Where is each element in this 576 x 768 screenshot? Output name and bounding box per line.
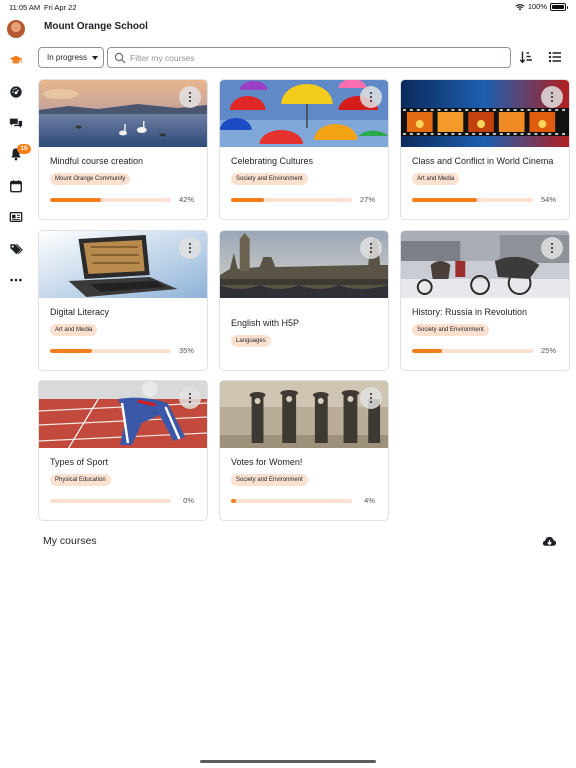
progress-percent: 35% (178, 346, 194, 355)
course-title[interactable]: Votes for Women! (231, 457, 382, 467)
cloud-download-icon[interactable] (542, 534, 557, 549)
graduation-cap-icon[interactable] (8, 52, 24, 68)
progress-fill (50, 349, 93, 353)
course-card[interactable]: Votes for Women! Society and Environment… (219, 380, 389, 521)
course-title[interactable]: History: Russia in Revolution (412, 307, 563, 317)
course-category-tag: Art and Media (50, 324, 98, 336)
course-title[interactable]: Types of Sport (50, 457, 201, 467)
site-title: Mount Orange School (44, 21, 148, 32)
course-card[interactable]: Digital Literacy Art and Media 35% (38, 230, 208, 371)
course-title[interactable]: English with H5P (231, 318, 382, 328)
course-title[interactable]: Class and Conflict in World Cinema (412, 156, 563, 166)
calendar-icon[interactable] (8, 178, 24, 194)
course-card[interactable]: Mindful course creation Mount Orange Com… (38, 79, 208, 220)
course-title[interactable]: Digital Literacy (50, 307, 201, 317)
course-menu-button[interactable] (360, 86, 382, 108)
progress-fill (231, 499, 236, 503)
progress-bar (50, 349, 171, 353)
progress-percent: 0% (183, 496, 194, 505)
notification-badge: 10 (17, 144, 31, 154)
progress-bar (231, 198, 352, 202)
course-menu-button[interactable] (179, 86, 201, 108)
progress-bar (50, 198, 171, 202)
course-card[interactable]: Class and Conflict in World Cinema Art a… (400, 79, 570, 220)
course-menu-button[interactable] (179, 387, 201, 409)
progress-fill (412, 349, 443, 353)
progress-percent: 54% (540, 195, 556, 204)
progress-fill (50, 198, 101, 202)
progress-fill (412, 198, 478, 202)
course-title[interactable]: Mindful course creation (50, 156, 201, 166)
course-card[interactable]: Celebrating Cultures Society and Environ… (219, 79, 389, 220)
status-date: Fri Apr 22 (44, 3, 77, 12)
wifi-icon (515, 3, 525, 10)
search-input[interactable]: Filter my courses (107, 47, 511, 68)
course-menu-button[interactable] (360, 237, 382, 259)
course-category-tag: Physical Education (50, 474, 111, 486)
progress-bar (412, 198, 533, 202)
progress-bar (50, 499, 171, 503)
filter-selected-label: In progress (47, 53, 88, 62)
dashboard-icon[interactable] (8, 84, 24, 100)
status-time: 11:05 AM (9, 3, 41, 12)
course-card[interactable]: History: Russia in Revolution Society an… (400, 230, 570, 371)
messages-icon[interactable] (8, 115, 24, 131)
progress-percent: 25% (540, 346, 556, 355)
search-icon (114, 52, 126, 64)
home-indicator[interactable] (200, 760, 376, 763)
grades-icon[interactable] (8, 209, 24, 225)
list-view-icon[interactable] (548, 50, 562, 64)
progress-filter-select[interactable]: In progress (38, 47, 104, 68)
status-bar: 11:05 AM Fri Apr 22 100% (0, 0, 576, 14)
course-category-tag: Languages (231, 335, 271, 347)
status-right: 100% (515, 2, 568, 11)
course-category-tag: Society and Environment (231, 474, 308, 486)
battery-icon (550, 2, 568, 11)
course-menu-button[interactable] (179, 237, 201, 259)
progress-bar (231, 499, 352, 503)
progress-fill (231, 198, 264, 202)
course-category-tag: Art and Media (412, 173, 460, 185)
battery-percent: 100% (527, 2, 547, 11)
course-card[interactable]: English with H5P Languages (219, 230, 389, 371)
course-category-tag: Mount Orange Community (50, 173, 131, 185)
progress-percent: 42% (178, 195, 194, 204)
progress-percent: 4% (364, 496, 375, 505)
tags-icon[interactable] (8, 241, 24, 257)
more-icon[interactable] (8, 272, 24, 288)
course-category-tag: Society and Environment (412, 324, 489, 336)
my-courses-heading: My courses (43, 535, 97, 547)
course-card[interactable]: Types of Sport Physical Education 0% (38, 380, 208, 521)
caret-down-icon (92, 56, 98, 60)
progress-percent: 27% (359, 195, 375, 204)
progress-bar (412, 349, 533, 353)
sort-icon[interactable] (519, 50, 533, 64)
course-category-tag: Society and Environment (231, 173, 308, 185)
sidebar: 10 (0, 14, 32, 304)
course-menu-button[interactable] (360, 387, 382, 409)
avatar[interactable] (7, 20, 25, 38)
search-placeholder: Filter my courses (130, 53, 195, 63)
course-menu-button[interactable] (541, 86, 563, 108)
course-title[interactable]: Celebrating Cultures (231, 156, 382, 166)
course-menu-button[interactable] (541, 237, 563, 259)
